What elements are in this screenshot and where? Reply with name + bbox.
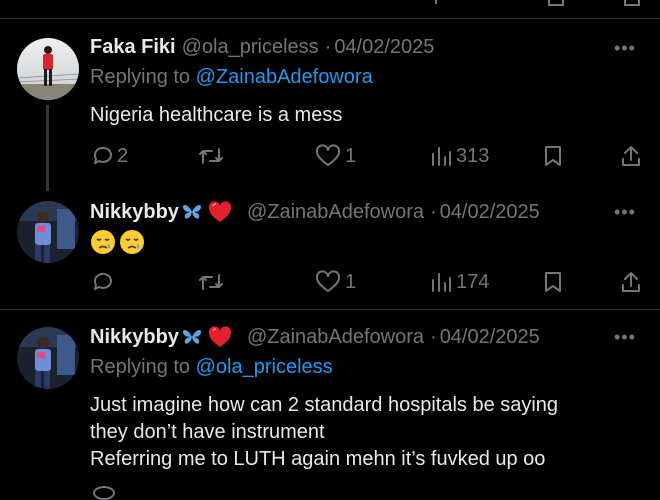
tweet-date[interactable]: 04/02/2025	[440, 326, 540, 349]
handle[interactable]: @ZainabAdefowora	[247, 326, 424, 349]
reply-icon[interactable]	[93, 486, 115, 500]
sad-face-emoji	[91, 230, 115, 254]
share-button[interactable]	[620, 270, 642, 294]
replying-to: Replying to @ola_priceless	[90, 356, 333, 379]
share-icon[interactable]	[624, 0, 640, 6]
retweet-button[interactable]	[198, 270, 224, 294]
tweet-emojis	[90, 229, 145, 255]
retweet-icon	[199, 274, 223, 290]
like-button[interactable]: 1	[315, 270, 356, 294]
reply-icon	[93, 272, 112, 290]
tweet-text-line: Referring me to LUTH again mehn it’s fuv…	[90, 448, 546, 470]
top-divider	[0, 18, 660, 19]
tweet-date[interactable]: 04/02/2025	[440, 201, 540, 224]
tweet-text: Nigeria healthcare is a mess	[90, 102, 342, 129]
reply-count: 2	[117, 144, 129, 167]
tweet-text-line: Nigeria healthcare is a mess	[90, 104, 343, 126]
tweet-header: Nikkybby @ZainabAdefowora · 04/02/2025	[90, 325, 546, 349]
display-name[interactable]: Faka Fiki	[90, 36, 176, 59]
like-count: 1	[345, 270, 357, 293]
avatar[interactable]	[17, 327, 79, 389]
like-icon	[315, 270, 341, 292]
separator: ·	[430, 325, 437, 348]
replying-to-label: Replying to	[90, 356, 191, 378]
share-icon	[622, 272, 640, 292]
share-icon	[622, 146, 640, 166]
tweet-header: Faka Fiki @ola_priceless · 04/02/2025	[90, 36, 440, 59]
tweet-header: Nikkybby @ZainabAdefowora · 04/02/2025	[90, 200, 546, 224]
avatar[interactable]	[17, 201, 79, 263]
heart-icon	[208, 326, 232, 347]
butterfly-icon	[182, 329, 201, 344]
reply-icon	[93, 146, 112, 164]
handle[interactable]: @ZainabAdefowora	[247, 201, 424, 224]
bookmark-button[interactable]	[543, 270, 563, 294]
bookmark-icon	[545, 146, 561, 166]
more-button[interactable]: •••	[614, 327, 636, 348]
tweet-text-line: Just imagine how can 2 standard hospital…	[90, 394, 559, 416]
views-button[interactable]: 313	[430, 144, 489, 168]
like-button[interactable]: 1	[315, 144, 356, 168]
views-button[interactable]: 174	[430, 270, 489, 294]
tweet-divider	[0, 309, 660, 310]
views-icon	[432, 273, 451, 292]
sad-face-emoji	[120, 230, 144, 254]
retweet-icon	[199, 148, 223, 164]
tweet-date[interactable]: 04/02/2025	[334, 36, 434, 59]
tweet-text-line: they don’t have instrument	[90, 421, 325, 443]
reply-button[interactable]: 2	[91, 144, 128, 168]
bookmark-icon	[545, 272, 561, 292]
like-count: 1	[345, 144, 357, 167]
handle[interactable]: @ola_priceless	[182, 36, 319, 59]
more-button[interactable]: •••	[614, 202, 636, 223]
bookmark-icon[interactable]	[548, 0, 564, 6]
display-name[interactable]: Nikkybby	[90, 326, 179, 349]
avatar[interactable]	[17, 38, 79, 100]
more-button[interactable]: •••	[614, 38, 636, 59]
retweet-button[interactable]	[198, 144, 224, 168]
replying-to-label: Replying to	[90, 66, 191, 88]
heart-icon	[208, 201, 232, 222]
replying-to: Replying to @ZainabAdefowora	[90, 66, 373, 89]
views-icon[interactable]	[435, 0, 451, 4]
thread-connector	[46, 105, 49, 191]
views-icon	[432, 147, 451, 166]
share-button[interactable]	[620, 144, 642, 168]
separator: ·	[324, 36, 332, 58]
views-count: 174	[456, 270, 490, 293]
display-name[interactable]: Nikkybby	[90, 201, 179, 224]
tweet-text: Just imagine how can 2 standard hospital…	[90, 392, 558, 473]
like-icon	[315, 144, 341, 166]
mention-link[interactable]: @ola_priceless	[196, 356, 333, 378]
bookmark-button[interactable]	[543, 144, 563, 168]
butterfly-icon	[182, 204, 201, 219]
reply-button[interactable]	[91, 270, 115, 294]
mention-link[interactable]: @ZainabAdefowora	[196, 66, 373, 88]
views-count: 313	[456, 144, 490, 167]
separator: ·	[430, 200, 437, 223]
